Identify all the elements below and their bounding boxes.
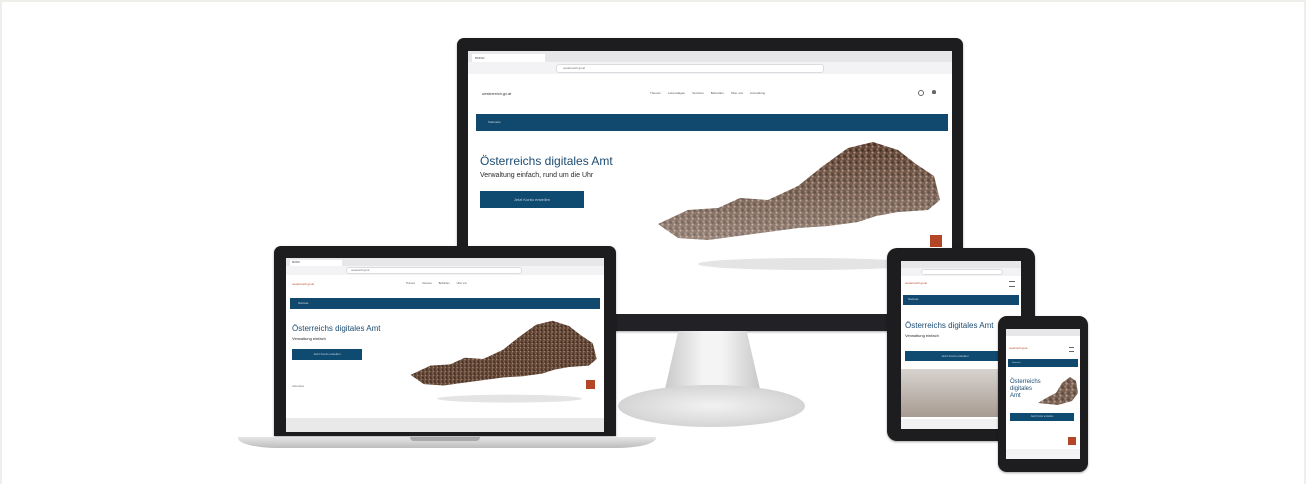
frame-border-top [0,0,1306,2]
address-bar[interactable]: oesterreich.gv.at [556,64,824,73]
browser-tab-bar: BMDW [286,258,604,266]
austria-map-crowd-icon [1038,377,1078,405]
footer-strip [286,418,604,432]
hero-subtitle: Verwaltung einfach [905,333,939,338]
hero-title: Österreichs digitales Amt [292,324,381,333]
search-icon[interactable] [918,90,924,96]
news-label: Aktuelles [292,384,305,388]
nav-item-themen[interactable]: Themen [406,282,415,285]
laptop-screen: BMDW oesterreich.gv.at oesterreich.gv.at… [286,258,604,432]
hero-title: Österreichs digitales Amt [480,154,613,168]
hero-subtitle: Verwaltung einfach [292,336,326,341]
browser-tab-bar: BMDW [468,51,952,62]
footer-strip [1006,449,1080,459]
menu-icon[interactable] [1009,281,1015,287]
monitor-stand-base [618,385,805,427]
feedback-badge[interactable] [1068,437,1076,445]
address-bar-row: oesterreich.gv.at [286,266,604,275]
monitor-stand-neck [665,331,760,389]
nav-item-behoerden[interactable]: Behörden [439,282,450,285]
browser-tab[interactable]: BMDW [472,54,545,62]
hero-title: Österreichs digitales Amt [905,321,994,330]
address-bar-row: oesterreich.gv.at [468,62,952,74]
nav-item-services[interactable]: Services [692,91,704,95]
breadcrumb-banner: Startseite [903,295,1019,305]
nav-item-services[interactable]: Services [422,282,432,285]
nav-item-behoerden[interactable]: Behörden [711,91,724,95]
nav-item-ueber-uns[interactable]: Über uns [731,91,743,95]
address-bar-row [901,268,1021,276]
browser-tab-bar [1006,329,1080,336]
address-bar[interactable] [921,269,1003,275]
phone: oesterreich.gv.at Startseite Österreichs… [998,316,1088,472]
frame-border-left [0,0,2,484]
site-logo[interactable]: oesterreich.gv.at [905,281,927,285]
create-account-button[interactable]: Jetzt Konto erstellen [480,191,584,208]
breadcrumb-banner: Startseite [476,114,948,131]
nav-item-lebenslagen[interactable]: Lebenslagen [668,91,685,95]
site-logo[interactable]: oesterreich.gv.at [482,91,511,96]
breadcrumb-banner: Startseite [290,298,600,309]
hero-subtitle: Verwaltung einfach, rund um die Uhr [480,172,594,179]
nav-item-ueber-uns[interactable]: Über uns [457,282,467,285]
site-logo[interactable]: oesterreich.gv.at [1009,347,1027,350]
main-nav: Themen Services Behörden Über uns [406,282,474,285]
browser-tab-bar [901,261,1021,268]
address-bar[interactable]: oesterreich.gv.at [346,267,522,274]
site-header: oesterreich.gv.at Themen Lebenslagen Ser… [468,74,952,114]
nav-item-anmeldung[interactable]: Anmeldung [750,91,765,95]
create-account-button[interactable]: Jetzt Konto erstellen [1010,413,1074,421]
main-nav: Themen Lebenslagen Services Behörden Übe… [650,91,772,95]
site-logo[interactable]: oesterreich.gv.at [292,282,314,286]
laptop: BMDW oesterreich.gv.at oesterreich.gv.at… [274,246,616,436]
feedback-badge[interactable] [586,380,595,389]
nav-item-themen[interactable]: Themen [650,91,661,95]
feedback-badge[interactable] [930,235,942,247]
laptop-notch [410,437,480,441]
austria-map-crowd-icon [410,320,597,403]
create-account-button[interactable]: Jetzt Konto erstellen [292,349,362,360]
create-account-button[interactable]: Jetzt Konto erstellen [905,351,1005,361]
breadcrumb-banner: Startseite [1008,359,1078,367]
user-icon[interactable] [932,90,936,94]
phone-screen: oesterreich.gv.at Startseite Österreichs… [1006,329,1080,459]
menu-icon[interactable] [1069,347,1074,352]
